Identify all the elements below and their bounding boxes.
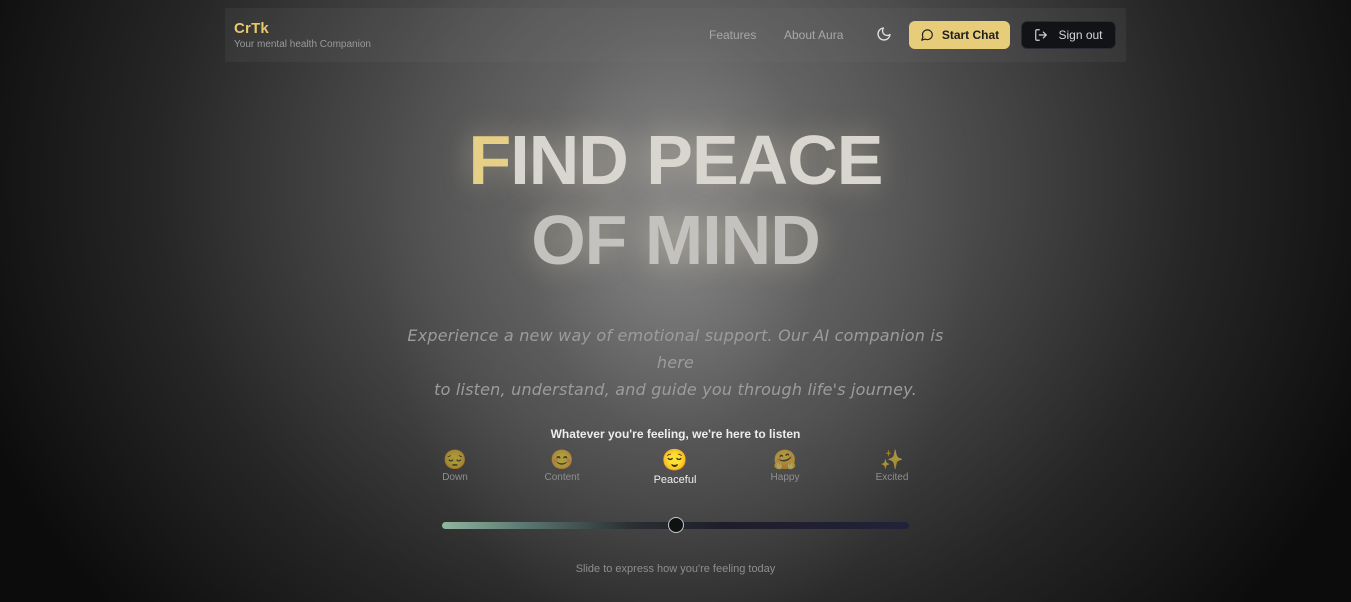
mood-emoji-peaceful: 😌 xyxy=(661,449,689,472)
mood-label-down: Down xyxy=(442,472,468,483)
hero-title-line2: OF MIND xyxy=(531,201,821,279)
mood-label-happy: Happy xyxy=(770,472,800,483)
slider-caption: Slide to express how you're feeling toda… xyxy=(575,563,776,575)
mood-option-peaceful[interactable]: 😌 Peaceful xyxy=(645,449,705,487)
hero-subtitle-line2: to listen, understand, and guide you thr… xyxy=(434,380,917,399)
mood-label-excited: Excited xyxy=(875,472,909,483)
sign-out-label: Sign out xyxy=(1058,28,1103,42)
nav-link-about-aura[interactable]: About Aura xyxy=(784,28,843,42)
brand-subtitle: Your mental health Companion xyxy=(234,39,371,50)
theme-toggle-button[interactable] xyxy=(876,26,892,42)
mood-emoji-excited: ✨ xyxy=(880,450,904,471)
logout-icon xyxy=(1035,29,1048,41)
navbar xyxy=(0,0,1351,62)
hero-title-line1: FIND PEACE xyxy=(0,120,1351,200)
mood-label-content: Content xyxy=(544,472,580,483)
mood-caption: Whatever you're feeling, we're here to l… xyxy=(550,427,801,441)
hero-subtitle: Experience a new way of emotional suppor… xyxy=(400,322,951,403)
hero-subtitle-line1: Experience a new way of emotional suppor… xyxy=(407,326,944,372)
moon-icon xyxy=(877,27,891,41)
mood-emoji-happy: 🤗 xyxy=(773,450,797,471)
mood-option-down[interactable]: 😔 Down xyxy=(425,450,485,483)
mood-option-excited[interactable]: ✨ Excited xyxy=(862,450,922,483)
sign-out-button[interactable]: Sign out xyxy=(1021,21,1116,49)
brand[interactable]: CrTk Your mental health Companion xyxy=(234,20,371,50)
nav-link-features[interactable]: Features xyxy=(709,28,756,42)
start-chat-label: Start Chat xyxy=(941,28,1000,42)
brand-title: CrTk xyxy=(234,20,269,37)
chat-bubble-icon xyxy=(920,29,933,41)
mood-emoji-down: 😔 xyxy=(443,450,467,471)
mood-emoji-content: 😊 xyxy=(550,450,574,471)
hero-title-line1-rest: IND PEACE xyxy=(510,121,883,199)
mood-option-content[interactable]: 😊 Content xyxy=(532,450,592,483)
start-chat-button[interactable]: Start Chat xyxy=(909,21,1010,49)
mood-option-happy[interactable]: 🤗 Happy xyxy=(755,450,815,483)
mood-slider-thumb[interactable] xyxy=(667,517,684,533)
hero-title-first-letter: F xyxy=(468,121,512,199)
hero-title: FIND PEACE OF MIND xyxy=(0,120,1351,280)
mood-label-peaceful: Peaceful xyxy=(653,474,697,486)
